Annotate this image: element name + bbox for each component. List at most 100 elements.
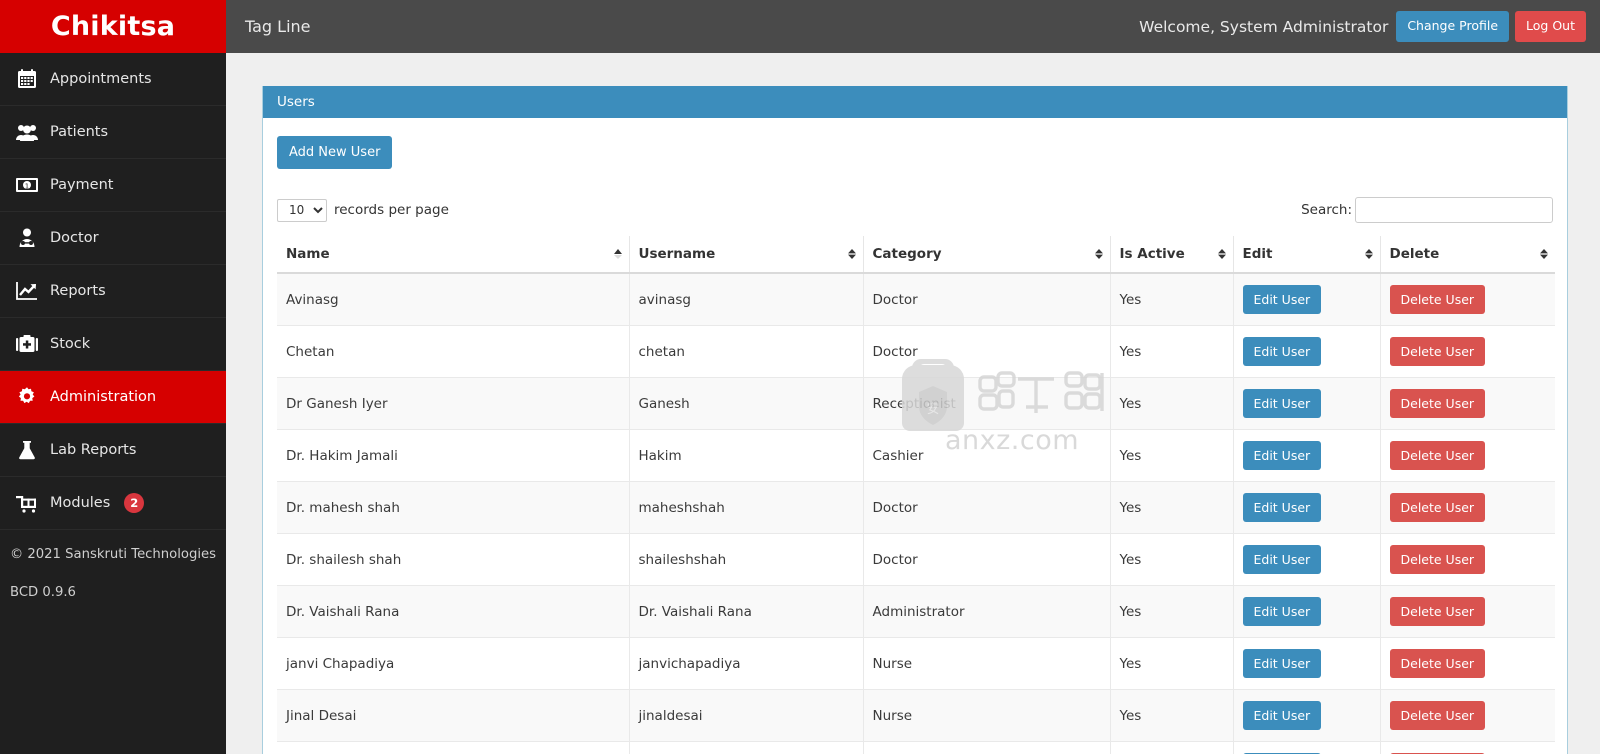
sort-both-icon (1364, 246, 1374, 262)
users-icon (10, 119, 44, 145)
cell-edit: Edit User (1233, 377, 1381, 430)
column-header-username[interactable]: Username (629, 236, 864, 274)
sidebar-item-label: Appointments (50, 71, 152, 87)
column-header-is-active[interactable]: Is Active (1110, 236, 1234, 274)
change-profile-button[interactable]: Change Profile (1396, 11, 1510, 42)
delete-user-button[interactable]: Delete User (1389, 337, 1486, 366)
cell-edit: Edit User (1233, 689, 1381, 742)
sidebar-item-label: Doctor (50, 230, 99, 246)
sidebar-item-label: Lab Reports (50, 442, 137, 458)
sort-asc-icon (613, 246, 623, 262)
edit-user-button[interactable]: Edit User (1242, 701, 1322, 730)
cell-name: Kamal (277, 741, 630, 754)
money-icon: 1 (10, 172, 44, 198)
edit-user-button[interactable]: Edit User (1242, 285, 1322, 314)
column-label: Edit (1242, 246, 1273, 262)
logout-button[interactable]: Log Out (1515, 11, 1586, 42)
sidebar-item-label: Modules (50, 495, 111, 511)
sidebar-item-stock[interactable]: Stock (0, 318, 226, 371)
cell-is-active: Yes (1110, 689, 1234, 742)
edit-user-button[interactable]: Edit User (1242, 441, 1322, 470)
column-label: Name (286, 246, 330, 262)
column-label: Is Active (1119, 246, 1185, 262)
sidebar-item-appointments[interactable]: Appointments (0, 53, 226, 106)
delete-user-button[interactable]: Delete User (1389, 649, 1486, 678)
table-row: KamalkamalDoctorYesEdit UserDelete User (277, 741, 1555, 754)
table-row: Dr Ganesh Iyer Ganesh Receptionist Yes Edit … (277, 377, 1555, 430)
edit-user-button[interactable]: Edit User (1242, 649, 1322, 678)
welcome-text: Welcome, System Administrator (1139, 17, 1389, 36)
cell-delete: Delete User (1380, 273, 1555, 326)
table-row: Dr. Vaishali Rana Dr. Vaishali Rana Admini… (277, 585, 1555, 638)
edit-user-button[interactable]: Edit User (1242, 389, 1322, 418)
sort-both-icon (1539, 246, 1549, 262)
cell-category: Doctor (863, 273, 1111, 326)
brand-logo[interactable]: Chikitsa (0, 0, 226, 53)
cell-category: Administrator (863, 585, 1111, 638)
column-label: Username (638, 246, 716, 262)
sidebar-item-administration[interactable]: Administration (0, 371, 226, 424)
delete-user-button[interactable]: Delete User (1389, 493, 1486, 522)
sort-both-icon (1094, 246, 1104, 262)
records-per-page-label: records per page (334, 202, 449, 218)
delete-user-button[interactable]: Delete User (1389, 545, 1486, 574)
sort-both-icon (1217, 246, 1227, 262)
cell-name: Avinasg (277, 273, 630, 326)
search-input[interactable] (1355, 197, 1553, 223)
records-per-page-select[interactable]: 10 (277, 198, 327, 222)
cell-is-active: Yes (1110, 533, 1234, 586)
sidebar-item-label: Reports (50, 283, 106, 299)
cell-username: Dr. Vaishali Rana (629, 585, 864, 638)
delete-user-button[interactable]: Delete User (1389, 285, 1486, 314)
top-bar-right: Welcome, System Administrator Change Pro… (1139, 0, 1600, 53)
cell-category: Doctor (863, 325, 1111, 378)
column-header-edit[interactable]: Edit (1233, 236, 1381, 274)
cell-edit: Edit User (1233, 481, 1381, 534)
column-header-name[interactable]: Name (277, 236, 630, 274)
cell-name: Dr Ganesh Iyer (277, 377, 630, 430)
edit-user-button[interactable]: Edit User (1242, 597, 1322, 626)
sidebar-item-reports[interactable]: Reports (0, 265, 226, 318)
cell-is-active: Yes (1110, 325, 1234, 378)
flask-icon (10, 437, 44, 463)
cell-delete: Delete User (1380, 325, 1555, 378)
cell-delete: Delete User (1380, 429, 1555, 482)
column-label: Delete (1389, 246, 1440, 262)
cell-name: Chetan (277, 325, 630, 378)
table-head: Name Username Category Is Active Edit De… (277, 236, 1555, 274)
medical-kit-icon (10, 331, 44, 357)
top-bar: Tag Line Welcome, System Administrator C… (226, 0, 1600, 53)
table-header-row: Name Username Category Is Active Edit De… (277, 236, 1555, 274)
edit-user-button[interactable]: Edit User (1242, 493, 1322, 522)
cell-delete: Delete User (1380, 741, 1555, 754)
panel-body: Add New User 10 records per page Search: (263, 118, 1567, 754)
table-row: janvi Chapadiya janvichapadiya Nurse Yes Edi… (277, 637, 1555, 690)
cell-username: janvichapadiya (629, 637, 864, 690)
modules-badge: 2 (124, 493, 145, 513)
sidebar-item-label: Administration (50, 389, 157, 405)
add-new-user-button[interactable]: Add New User (277, 136, 393, 169)
delete-user-button[interactable]: Delete User (1389, 441, 1486, 470)
column-header-category[interactable]: Category (863, 236, 1111, 274)
sidebar-item-label: Stock (50, 336, 91, 352)
delete-user-button[interactable]: Delete User (1389, 701, 1486, 730)
sidebar-item-payment[interactable]: 1 Payment (0, 159, 226, 212)
copyright-text: © 2021 Sanskruti Technologies (10, 547, 216, 562)
delete-user-button[interactable]: Delete User (1389, 597, 1486, 626)
edit-user-button[interactable]: Edit User (1242, 545, 1322, 574)
sidebar-item-doctor[interactable]: Doctor (0, 212, 226, 265)
sidebar-item-patients[interactable]: Patients (0, 106, 226, 159)
column-header-delete[interactable]: Delete (1380, 236, 1555, 274)
cell-delete: Delete User (1380, 533, 1555, 586)
sidebar-item-lab-reports[interactable]: Lab Reports (0, 424, 226, 477)
sort-both-icon (847, 246, 857, 262)
table-row: Dr. shailesh shah shaileshshah Doctor Yes Ed… (277, 533, 1555, 586)
cell-username: jinaldesai (629, 689, 864, 742)
cell-edit: Edit User (1233, 585, 1381, 638)
delete-user-button[interactable]: Delete User (1389, 389, 1486, 418)
cell-username: shaileshshah (629, 533, 864, 586)
sidebar: Chikitsa Appointments Patients 1 Payment… (0, 0, 226, 754)
sidebar-item-modules[interactable]: Modules 2 (0, 477, 226, 530)
cell-category: Nurse (863, 689, 1111, 742)
edit-user-button[interactable]: Edit User (1242, 337, 1322, 366)
